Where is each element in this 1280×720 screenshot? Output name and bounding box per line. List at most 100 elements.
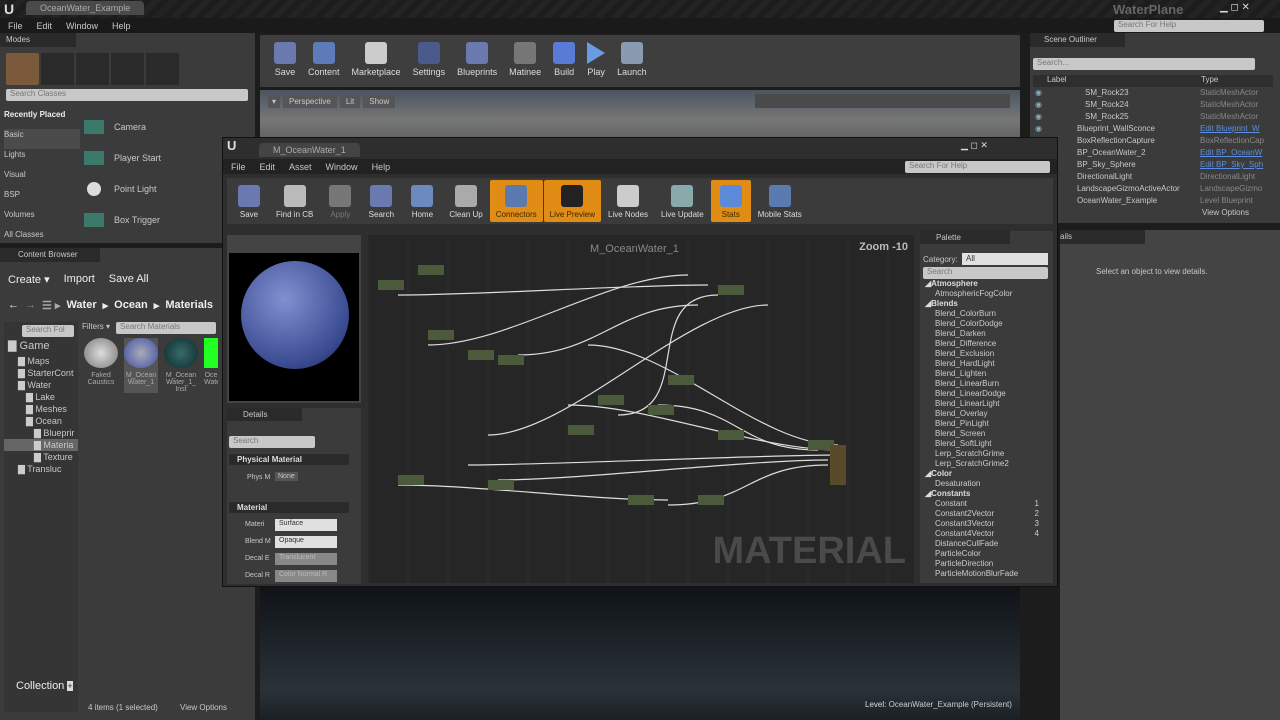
menu-edit[interactable]: Edit	[37, 21, 53, 31]
palette-item[interactable]: Constant3Vector 3	[923, 519, 1039, 529]
blueprints-button[interactable]: Blueprints	[451, 42, 503, 77]
outliner-row[interactable]: ◉OceanWater_ExampleLevel Blueprint	[1033, 195, 1265, 207]
import-button[interactable]: Import	[64, 273, 95, 286]
phys-material-dropdown[interactable]: None	[275, 472, 298, 481]
details-tab[interactable]: Details	[227, 408, 302, 421]
lit-button[interactable]: Lit	[339, 95, 361, 108]
outliner-row[interactable]: ◉ SM_Rock24 StaticMeshActor	[1033, 99, 1265, 111]
toolbar-apply-button[interactable]: Apply	[320, 180, 360, 222]
toolbar-live-update-button[interactable]: Live Update	[655, 180, 710, 222]
outliner-row[interactable]: ◉LandscapeGizmoActiveActorLandscapeGizmo	[1033, 183, 1265, 195]
save-all-button[interactable]: Save All	[109, 273, 149, 286]
detail-dropdown[interactable]: Surface	[275, 519, 337, 531]
palette-item[interactable]: Blend_HardLight	[923, 359, 1039, 369]
actor-type[interactable]: Edit BP_OceanW	[1200, 147, 1265, 159]
geometry-mode-icon[interactable]	[146, 53, 179, 85]
crumb-materials[interactable]: Materials	[165, 299, 213, 312]
place-camera[interactable]: Camera	[84, 111, 244, 142]
palette-item[interactable]: Blend_LinearBurn	[923, 379, 1039, 389]
outliner-search[interactable]: Search...	[1033, 58, 1255, 70]
outliner-row[interactable]: ◉ SM_Rock23 StaticMeshActor	[1033, 87, 1265, 99]
place-player-start[interactable]: Player Start	[84, 142, 244, 173]
material-preview[interactable]	[227, 235, 361, 403]
outliner-row[interactable]: ◉ SM_Rock25 StaticMeshActor	[1033, 111, 1265, 123]
palette-item[interactable]: Constant4Vector 4	[923, 529, 1039, 539]
col-label[interactable]: Label	[1047, 75, 1067, 84]
actor-type[interactable]: Edit Blueprint_W	[1200, 123, 1265, 135]
visibility-eye-icon[interactable]: ◉	[1035, 87, 1042, 99]
palette-item[interactable]: Lerp_ScratchGrime2	[923, 459, 1039, 469]
palette-item[interactable]: Blend_SoftLight	[923, 439, 1039, 449]
section-material[interactable]: Material	[229, 502, 349, 513]
outliner-row[interactable]: ◉BoxReflectionCaptureBoxReflectionCap	[1033, 135, 1265, 147]
outliner-tab[interactable]: Scene Outliner	[1030, 33, 1125, 47]
cb-view-options[interactable]: View Options	[180, 703, 227, 712]
menu-asset[interactable]: Asset	[289, 162, 312, 172]
matinee-button[interactable]: Matinee	[503, 42, 547, 77]
folder-item[interactable]: ▇ Water	[4, 379, 78, 391]
palette-item[interactable]: Blend_Exclusion	[923, 349, 1039, 359]
folder-item[interactable]: ▇ StarterCont	[4, 367, 78, 379]
folder-item[interactable]: ▇ Ocean	[4, 415, 78, 427]
palette-item[interactable]: Blend_Darken	[923, 329, 1039, 339]
crumb-ocean[interactable]: Ocean	[114, 299, 148, 312]
folder-item[interactable]: ▇ Transluc	[4, 463, 78, 475]
palette-item[interactable]: Desaturation	[923, 479, 1039, 489]
folder-item[interactable]: ▇ Game	[4, 340, 78, 355]
content-button[interactable]: Content	[302, 42, 346, 77]
toolbar-live-preview-button[interactable]: Live Preview	[543, 180, 601, 222]
toolbar-search-button[interactable]: Search	[361, 180, 401, 222]
palette-item[interactable]: ParticleMotionBlurFade	[923, 569, 1039, 579]
material-graph[interactable]: M_OceanWater_1 Zoom -10 MATERIAL	[368, 235, 914, 583]
material-tab[interactable]: M_OceanWater_1	[259, 143, 360, 157]
details-tab[interactable]: ails	[1060, 230, 1145, 244]
preview-toolbar[interactable]	[229, 237, 359, 253]
menu-edit[interactable]: Edit	[260, 162, 276, 172]
visibility-eye-icon[interactable]: ◉	[1035, 111, 1042, 123]
palette-item[interactable]: Blend_ColorDodge	[923, 319, 1039, 329]
help-search[interactable]: Search For Help	[905, 161, 1050, 173]
asset-tile[interactable]: Faked Caustics	[84, 338, 118, 393]
section-physical-material[interactable]: Physical Material	[229, 454, 349, 465]
menu-window[interactable]: Window	[326, 162, 358, 172]
category-all-classes[interactable]: All Classes	[4, 229, 80, 249]
create-button[interactable]: Create ▾	[8, 273, 50, 286]
outliner-row[interactable]: ◉DirectionalLightDirectionalLight	[1033, 171, 1265, 183]
toolbar-home-button[interactable]: Home	[402, 180, 442, 222]
folder-item[interactable]: ▇ Meshes	[4, 403, 78, 415]
palette-item[interactable]: Blend_LinearLight	[923, 399, 1039, 409]
content-browser-tab[interactable]: Content Browser	[0, 248, 100, 262]
detail-dropdown[interactable]: Opaque	[275, 536, 337, 548]
palette-item[interactable]: Constant2Vector 2	[923, 509, 1039, 519]
help-search[interactable]: Search For Help	[1114, 20, 1264, 32]
asset-tile[interactable]: Oce Wate	[204, 338, 218, 393]
palette-item[interactable]: Blend_Overlay	[923, 409, 1039, 419]
palette-item[interactable]: DistanceCullFade	[923, 539, 1039, 549]
toolbar-connectors-button[interactable]: Connectors	[489, 180, 543, 222]
palette-search[interactable]: Search	[923, 267, 1048, 279]
view-options-button[interactable]: View Options	[1202, 208, 1249, 217]
toolbar-find-in-cb-button[interactable]: Find in CB	[270, 180, 319, 222]
back-button[interactable]: ←	[8, 299, 19, 312]
folder-item[interactable]: ▇ Materia	[4, 439, 78, 451]
folder-search[interactable]: Search Fol	[22, 325, 74, 337]
visibility-eye-icon[interactable]: ◉	[1035, 99, 1042, 111]
collections-button[interactable]: Collection +	[4, 680, 74, 692]
place-box-trigger[interactable]: Box Trigger	[84, 204, 244, 235]
outliner-row[interactable]: ◉BP_Sky_SphereEdit BP_Sky_Sph	[1033, 159, 1265, 171]
menu-window[interactable]: Window	[66, 21, 98, 31]
col-type[interactable]: Type	[1201, 75, 1218, 84]
palette-item[interactable]: ParticleColor	[923, 549, 1039, 559]
category-bsp[interactable]: BSP	[4, 189, 80, 209]
settings-button[interactable]: Settings	[407, 42, 452, 77]
category-dropdown[interactable]: All	[962, 253, 1048, 265]
window-controls[interactable]: ▁ ◻ ✕	[961, 140, 988, 151]
crumb-water[interactable]: Water	[66, 299, 96, 312]
palette-item[interactable]: Blend_PinLight	[923, 419, 1039, 429]
toolbar-save-button[interactable]: Save	[229, 180, 269, 222]
details-search[interactable]: Search	[229, 436, 315, 448]
palette-category[interactable]: ◢Constants	[923, 489, 1039, 499]
asset-tile[interactable]: M_Ocean Water_1_ Inst	[164, 338, 198, 393]
menu-help[interactable]: Help	[112, 21, 131, 31]
palette-item[interactable]: Blend_Screen	[923, 429, 1039, 439]
